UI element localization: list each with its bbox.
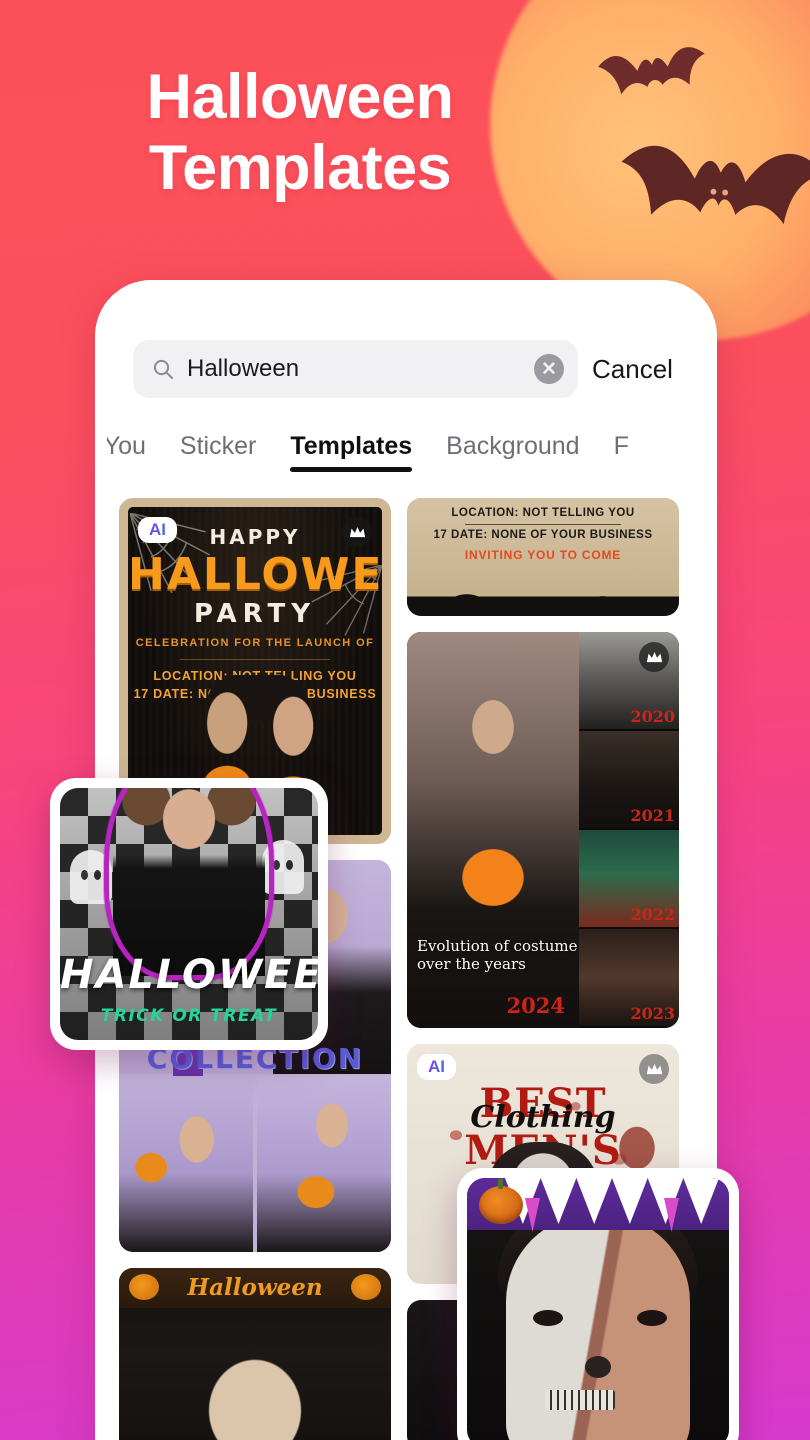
party-party-text: PARTY bbox=[193, 599, 317, 629]
crown-badge bbox=[639, 1054, 669, 1084]
search-input[interactable]: Halloween ✕ bbox=[133, 340, 578, 398]
evolution-year-2022: 2022 bbox=[630, 905, 675, 924]
invite-divider bbox=[465, 524, 621, 525]
collection-photo-right bbox=[257, 1076, 391, 1252]
skull-nose bbox=[585, 1356, 611, 1378]
invite-date-text: 17 DATE: NONE OF YOUR BUSINESS bbox=[433, 529, 653, 541]
invite-location-text: LOCATION: NOT TELLING YOU bbox=[451, 507, 635, 519]
skull-teeth bbox=[545, 1390, 615, 1410]
bat-small-icon bbox=[598, 47, 705, 95]
evolution-caption-line1: Evolution of costume bbox=[417, 936, 578, 955]
crown-badge bbox=[639, 642, 669, 672]
collection-photo-left bbox=[119, 1076, 253, 1252]
party-divider bbox=[180, 659, 330, 660]
ai-badge: AI bbox=[138, 517, 177, 543]
floating-card-vampire-skull[interactable] bbox=[457, 1168, 739, 1440]
template-card-evolution[interactable]: Evolution of costume over the years 2024… bbox=[407, 632, 679, 1028]
skull-eye-right bbox=[637, 1310, 667, 1326]
clear-search-button[interactable]: ✕ bbox=[534, 354, 564, 384]
search-icon bbox=[153, 359, 173, 379]
collection-bottom-row bbox=[119, 1076, 391, 1252]
page-title-line1: Halloween bbox=[146, 62, 454, 132]
evolution-cell: 2023 bbox=[579, 929, 679, 1028]
skull-eye-left bbox=[533, 1310, 563, 1326]
crown-badge bbox=[342, 517, 372, 547]
tab-background[interactable]: Background bbox=[446, 432, 579, 472]
evolution-year-2020: 2020 bbox=[630, 707, 675, 726]
ai-badge-label: AI bbox=[428, 1057, 445, 1076]
evolution-year-2021: 2021 bbox=[630, 806, 675, 825]
ai-badge: AI bbox=[417, 1054, 456, 1080]
search-row: Halloween ✕ Cancel bbox=[107, 292, 705, 398]
party-halloween-text: HALLOWEEN bbox=[128, 549, 384, 600]
ai-badge-label: AI bbox=[149, 520, 166, 539]
template-card-invite[interactable]: LOCATION: NOT TELLING YOU 17 DATE: NONE … bbox=[407, 498, 679, 616]
tooth bbox=[612, 1178, 648, 1224]
party-celebration-text: CELEBRATION FOR THE LAUNCH OF bbox=[135, 637, 375, 649]
crown-icon bbox=[349, 526, 365, 537]
portrait-word-text: Halloween bbox=[187, 1274, 323, 1301]
evolution-caption: Evolution of costume over the years bbox=[417, 937, 577, 975]
evolution-year-2024: 2024 bbox=[506, 993, 565, 1018]
evolution-caption-line2: over the years bbox=[417, 955, 526, 974]
tab-templates[interactable]: Templates bbox=[290, 432, 412, 472]
tooth bbox=[683, 1178, 720, 1224]
crown-icon bbox=[646, 1063, 662, 1074]
trick-or-treat-artwork: HALLOWEEN TRICK OR TREAT bbox=[60, 788, 318, 1040]
evolution-filmstrip: 2020 2021 2022 2023 bbox=[579, 632, 679, 1028]
tooth bbox=[540, 1178, 577, 1224]
evolution-cell: 2022 bbox=[579, 830, 679, 929]
pumpkin-sticker-icon bbox=[479, 1179, 523, 1224]
page-title: Halloween Templates bbox=[0, 62, 600, 203]
bat-large-icon bbox=[621, 145, 810, 225]
crown-icon bbox=[646, 651, 662, 662]
evolution-year-2023: 2023 bbox=[630, 1004, 675, 1023]
invite-cta-text: INVITING YOU TO COME bbox=[464, 548, 622, 562]
page-title-line2: Templates bbox=[148, 132, 452, 203]
vampire-skull-artwork bbox=[467, 1178, 729, 1440]
evolution-cell: 2021 bbox=[579, 731, 679, 830]
tab-sticker[interactable]: Sticker bbox=[180, 432, 256, 472]
trick-or-treat-subtitle: TRICK OR TREAT bbox=[100, 1006, 278, 1026]
tab-bar: or You Sticker Templates Background F bbox=[107, 398, 705, 472]
template-card-portrait[interactable]: Halloween bbox=[119, 1268, 391, 1440]
graveyard-silhouette bbox=[407, 564, 679, 616]
floating-card-trick-or-treat[interactable]: HALLOWEEN TRICK OR TREAT bbox=[50, 778, 328, 1050]
tab-for-you[interactable]: or You bbox=[107, 432, 146, 472]
cancel-button[interactable]: Cancel bbox=[592, 354, 673, 385]
search-value: Halloween bbox=[187, 355, 300, 382]
trick-or-treat-title: HALLOWEEN bbox=[60, 952, 318, 998]
tooth bbox=[576, 1178, 613, 1224]
evolution-main-photo: Evolution of costume over the years 2024 bbox=[407, 632, 579, 1028]
tab-font[interactable]: F bbox=[614, 432, 629, 472]
